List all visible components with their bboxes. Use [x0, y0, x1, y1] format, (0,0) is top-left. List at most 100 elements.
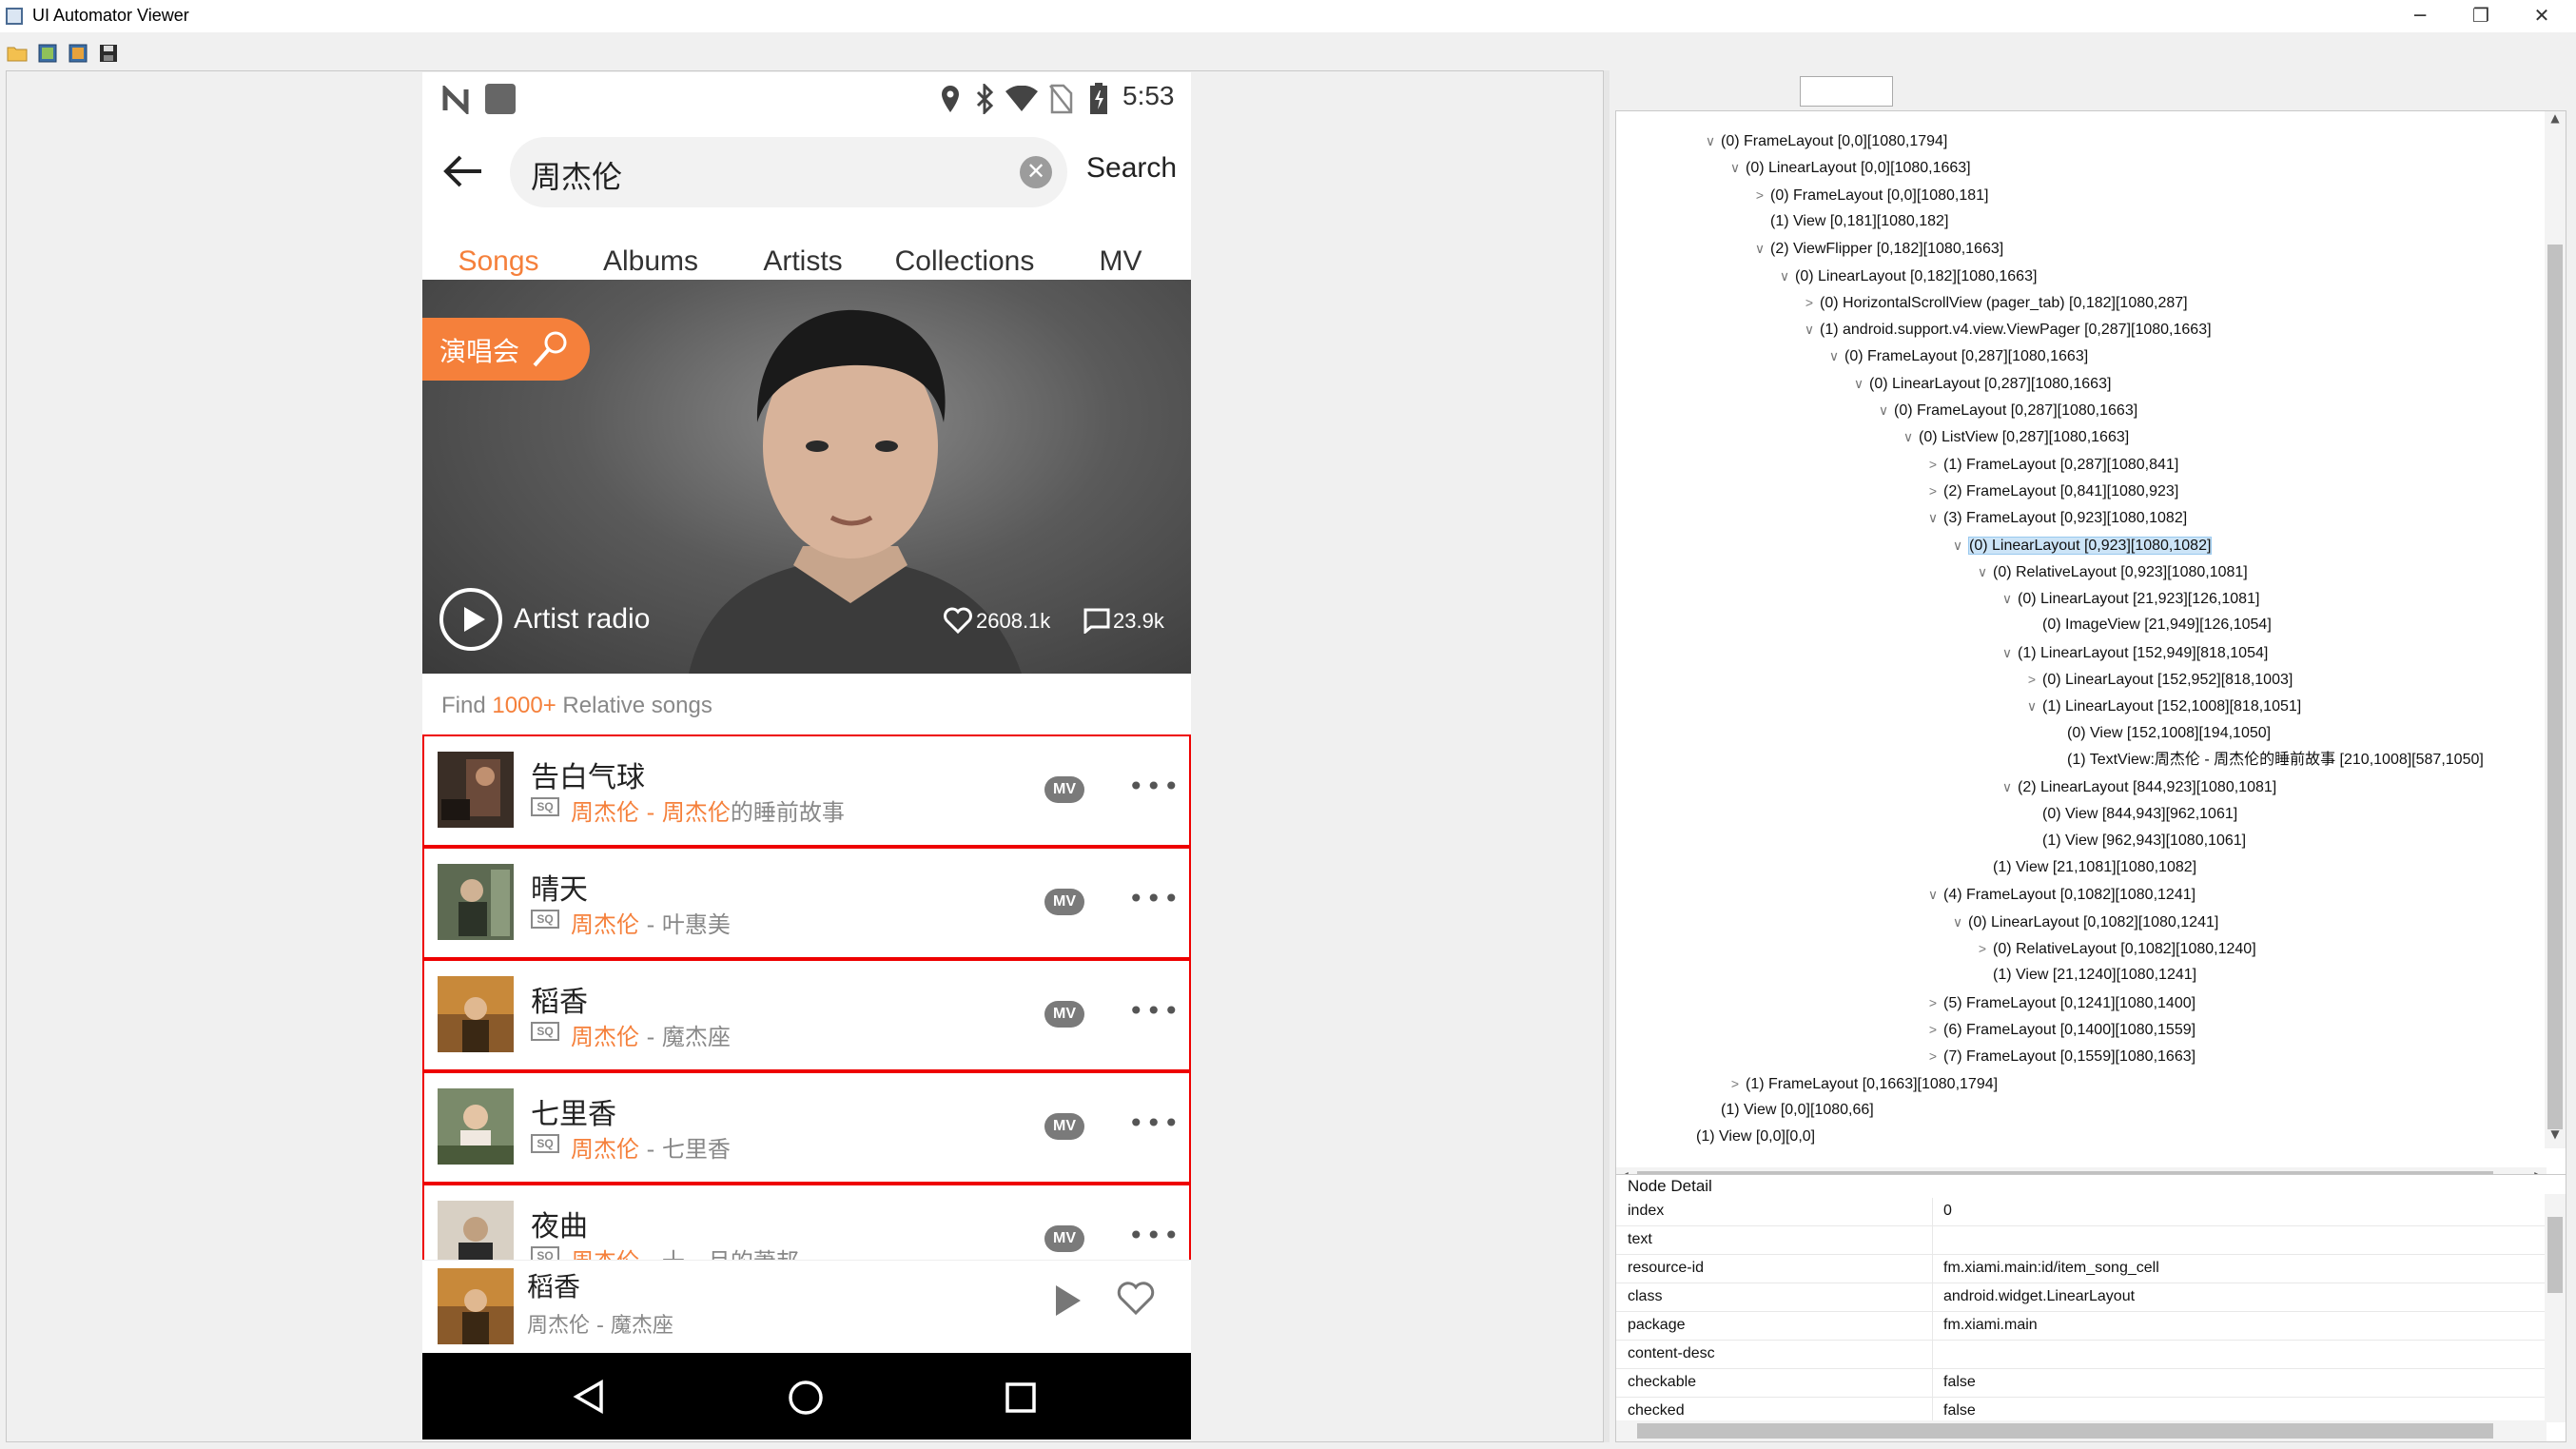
tree-node[interactable]: > (1) FrameLayout [0,287][1080,841] — [1922, 454, 2178, 475]
play-radio-button[interactable] — [439, 588, 502, 651]
mv-button[interactable]: MV — [1044, 776, 1084, 803]
expanded-chevron-icon[interactable]: ∨ — [1873, 400, 1894, 421]
nav-home-icon[interactable] — [788, 1380, 824, 1416]
tree-node[interactable]: ∨ (0) FrameLayout [0,287][1080,1663] — [1873, 400, 2137, 421]
tree-node-label[interactable]: (1) android.support.v4.view.ViewPager [0… — [1820, 322, 2212, 338]
tree-node[interactable]: ∨ (1) LinearLayout [152,949][818,1054] — [1997, 642, 2268, 663]
tree-node[interactable]: (0) View [152,1008][194,1050] — [2046, 723, 2271, 744]
detail-row[interactable]: text — [1616, 1226, 2547, 1255]
tree-node-label[interactable]: (0) LinearLayout [0,182][1080,1663] — [1795, 268, 2037, 284]
tree-node[interactable]: ∨ (2) LinearLayout [844,923][1080,1081] — [1997, 776, 2276, 797]
more-options-icon[interactable]: ••• — [1128, 771, 1181, 802]
tab-artists[interactable]: Artists — [727, 245, 879, 278]
scroll-down-icon[interactable]: ▼ — [2545, 1127, 2566, 1148]
collapsed-chevron-icon[interactable]: > — [1799, 292, 1820, 313]
mv-button[interactable]: MV — [1044, 1113, 1084, 1140]
tree-node[interactable]: ∨ (0) FrameLayout [0,287][1080,1663] — [1824, 345, 2088, 366]
tree-node-label[interactable]: (0) FrameLayout [0,287][1080,1663] — [1894, 402, 2137, 419]
song-row[interactable]: 稻香 SQ 周杰伦 - 魔杰座 MV ••• — [422, 959, 1191, 1071]
expanded-chevron-icon[interactable]: ∨ — [1774, 265, 1795, 286]
expanded-chevron-icon[interactable]: ∨ — [2021, 695, 2042, 716]
tree-node-label[interactable]: (5) FrameLayout [0,1241][1080,1400] — [1943, 995, 2195, 1011]
tree-node-label[interactable]: (0) FrameLayout [0,287][1080,1663] — [1844, 348, 2088, 364]
expanded-chevron-icon[interactable]: ∨ — [1898, 426, 1919, 447]
tree-node-label[interactable]: (0) LinearLayout [0,0][1080,1663] — [1746, 160, 1971, 176]
tree-node-label[interactable]: (0) ListView [0,287][1080,1663] — [1919, 429, 2129, 445]
mini-heart-icon[interactable] — [1117, 1282, 1155, 1316]
tree-node[interactable]: (1) View [21,1081][1080,1082] — [1972, 857, 2196, 878]
tree-node[interactable]: > (0) LinearLayout [152,952][818,1003] — [2021, 669, 2293, 690]
tree-node[interactable]: ∨ (0) RelativeLayout [0,923][1080,1081] — [1972, 561, 2248, 582]
expanded-chevron-icon[interactable]: ∨ — [1749, 238, 1770, 259]
tree-node[interactable]: ∨ (1) android.support.v4.view.ViewPager [… — [1799, 319, 2212, 340]
tree-node[interactable]: ∨ (4) FrameLayout [0,1082][1080,1241] — [1922, 884, 2195, 905]
tree-node[interactable]: (1) TextView:周杰伦 - 周杰伦的睡前故事 [210,1008][5… — [2046, 750, 2484, 771]
open-folder-icon[interactable] — [6, 42, 29, 65]
tree-node[interactable]: > (0) RelativeLayout [0,1082][1080,1240] — [1972, 938, 2256, 959]
detail-value[interactable]: false — [1943, 1374, 1976, 1391]
tree-node-label[interactable]: (1) FrameLayout [0,1663][1080,1794] — [1746, 1076, 1998, 1092]
collapsed-chevron-icon[interactable]: > — [1725, 1073, 1746, 1094]
tree-node[interactable]: ∨ (0) ListView [0,287][1080,1663] — [1898, 426, 2129, 447]
tree-node-label[interactable]: (0) HorizontalScrollView (pager_tab) [0,… — [1820, 295, 2188, 311]
tree-node-label[interactable]: (1) View [21,1081][1080,1082] — [1993, 859, 2196, 875]
tree-node-label[interactable]: (2) ViewFlipper [0,182][1080,1663] — [1770, 241, 2003, 257]
tree-node-label[interactable]: (0) View [152,1008][194,1050] — [2067, 725, 2271, 741]
expanded-chevron-icon[interactable]: ∨ — [1799, 319, 1820, 340]
song-row[interactable]: 晴天 SQ 周杰伦 - 叶惠美 MV ••• — [422, 847, 1191, 959]
detail-value[interactable]: fm.xiami.main:id/item_song_cell — [1943, 1260, 2159, 1277]
search-input[interactable]: 周杰伦 ✕ — [510, 137, 1067, 207]
tree-node-label[interactable]: (0) ImageView [21,949][126,1054] — [2042, 617, 2272, 633]
tree-node[interactable]: > (2) FrameLayout [0,841][1080,923] — [1922, 480, 2178, 501]
tree-node-label[interactable]: (1) LinearLayout [152,949][818,1054] — [2018, 645, 2268, 661]
expanded-chevron-icon[interactable]: ∨ — [1700, 130, 1721, 151]
more-options-icon[interactable]: ••• — [1128, 1107, 1181, 1139]
nav-recents-icon[interactable] — [1005, 1381, 1037, 1414]
tree-node[interactable]: ∨ (3) FrameLayout [0,923][1080,1082] — [1922, 507, 2187, 528]
tree-node-label[interactable]: (3) FrameLayout [0,923][1080,1082] — [1943, 510, 2187, 526]
tree-node[interactable]: > (0) HorizontalScrollView (pager_tab) [0… — [1799, 292, 2188, 313]
tree-node-label[interactable]: (0) LinearLayout [0,923][1080,1082] — [1968, 536, 2213, 555]
tree-node-label[interactable]: (7) FrameLayout [0,1559][1080,1663] — [1943, 1048, 2195, 1065]
tree-node-label[interactable]: (0) LinearLayout [21,923][126,1081] — [2018, 591, 2259, 607]
mini-player[interactable]: 稻香 周杰伦 - 魔杰座 — [422, 1260, 1191, 1351]
tree-node[interactable]: ∨ (0) LinearLayout [0,1082][1080,1241] — [1947, 911, 2218, 932]
tree-node[interactable]: > (5) FrameLayout [0,1241][1080,1400] — [1922, 992, 2195, 1013]
tree-node-label[interactable]: (1) View [0,0][0,0] — [1696, 1128, 1815, 1145]
tree-node-label[interactable]: (0) RelativeLayout [0,1082][1080,1240] — [1993, 941, 2256, 957]
tree-node-label[interactable]: (0) LinearLayout [0,287][1080,1663] — [1869, 376, 2111, 392]
expanded-chevron-icon[interactable]: ∨ — [1848, 373, 1869, 394]
close-button[interactable]: ✕ — [2513, 0, 2570, 32]
collapsed-chevron-icon[interactable]: > — [1922, 1046, 1943, 1067]
expanded-chevron-icon[interactable]: ∨ — [1824, 345, 1844, 366]
minimize-button[interactable]: ─ — [2391, 0, 2449, 32]
heart-icon[interactable] — [944, 607, 972, 634]
tree-node[interactable]: (0) ImageView [21,949][126,1054] — [2021, 615, 2272, 636]
tree-node-label[interactable]: (0) FrameLayout [0,0][1080,1794] — [1721, 133, 1947, 149]
tree-node-label[interactable]: (1) View [0,181][1080,182] — [1770, 213, 1948, 229]
detail-row[interactable]: checkable false — [1616, 1369, 2547, 1398]
tree-node[interactable]: > (6) FrameLayout [0,1400][1080,1559] — [1922, 1019, 2195, 1040]
tree-node[interactable]: > (7) FrameLayout [0,1559][1080,1663] — [1922, 1046, 2195, 1067]
tree-node-label[interactable]: (2) LinearLayout [844,923][1080,1081] — [2018, 779, 2276, 795]
tree-node-label[interactable]: (1) TextView:周杰伦 - 周杰伦的睡前故事 [210,1008][5… — [2067, 752, 2484, 768]
more-options-icon[interactable]: ••• — [1128, 1220, 1181, 1251]
tree-vertical-scrollbar[interactable]: ▲ ▼ — [2545, 111, 2566, 1148]
artist-banner[interactable]: 演唱会 Artist radio 2608.1k 23.9k — [422, 280, 1191, 674]
tree-node[interactable]: (1) View [21,1240][1080,1241] — [1972, 965, 2196, 986]
tree-filter-box[interactable] — [1800, 76, 1893, 107]
expanded-chevron-icon[interactable]: ∨ — [1997, 776, 2018, 797]
detail-vertical-thumb[interactable] — [2547, 1217, 2563, 1293]
tree-node[interactable]: (1) View [0,0][1080,66] — [1700, 1100, 1874, 1121]
more-options-icon[interactable]: ••• — [1128, 995, 1181, 1027]
tree-node-label[interactable]: (1) FrameLayout [0,287][1080,841] — [1943, 457, 2178, 473]
tree-node[interactable]: ∨ (0) FrameLayout [0,0][1080,1794] — [1700, 130, 1948, 151]
tree-node-label[interactable]: (6) FrameLayout [0,1400][1080,1559] — [1943, 1022, 2195, 1038]
tree-node-label[interactable]: (1) View [962,943][1080,1061] — [2042, 832, 2246, 849]
search-button[interactable]: Search — [1086, 152, 1177, 185]
tree-node-label[interactable]: (0) View [844,943][962,1061] — [2042, 806, 2237, 822]
expanded-chevron-icon[interactable]: ∨ — [1997, 588, 2018, 609]
mv-button[interactable]: MV — [1044, 889, 1084, 915]
tab-songs[interactable]: Songs — [422, 245, 575, 278]
expanded-chevron-icon[interactable]: ∨ — [1997, 642, 2018, 663]
